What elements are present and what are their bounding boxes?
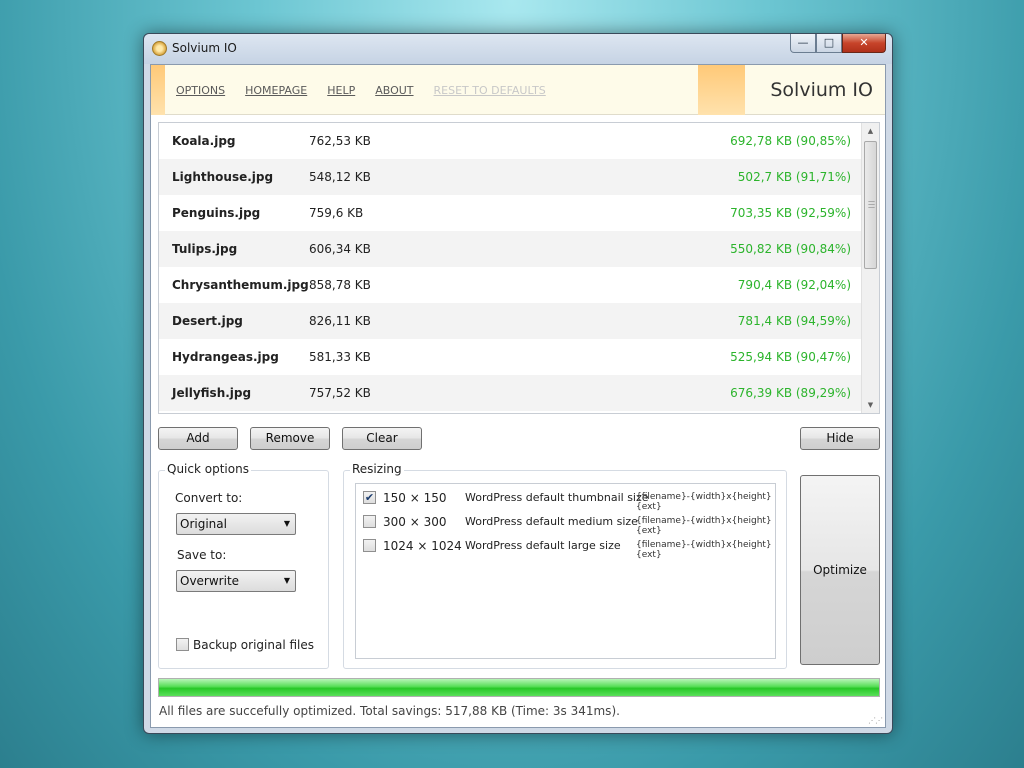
optimized-size: 692,78 KB (90,85%) <box>730 134 851 148</box>
resize-description: WordPress default thumbnail size <box>465 491 649 504</box>
hide-button[interactable]: Hide <box>800 427 880 450</box>
file-size: 757,52 KB <box>309 386 371 400</box>
close-button[interactable]: ✕ <box>842 34 886 53</box>
save-to-select[interactable]: Overwrite ▼ <box>176 570 296 592</box>
file-size: 548,12 KB <box>309 170 371 184</box>
resize-pattern: {filename}-{width}x{height}{ext} <box>636 516 772 536</box>
save-to-label: Save to: <box>177 548 227 562</box>
table-row[interactable]: Penguins.jpg 759,6 KB 703,35 KB (92,59%) <box>159 195 862 231</box>
vertical-scrollbar[interactable]: ▲ — — — ▼ <box>861 123 879 413</box>
header-accent-left <box>151 65 165 115</box>
resizing-title: Resizing <box>350 462 404 476</box>
nav-options[interactable]: OPTIONS <box>176 84 225 97</box>
remove-button[interactable]: Remove <box>250 427 330 450</box>
table-row[interactable]: Jellyfish.jpg 757,52 KB 676,39 KB (89,29… <box>159 375 862 411</box>
file-name: Tulips.jpg <box>172 242 238 256</box>
resize-300-checkbox[interactable] <box>363 515 376 528</box>
resize-grip-icon[interactable]: ⋰⋰ <box>868 717 883 725</box>
quick-options-group: Quick options Convert to: Original ▼ Sav… <box>158 462 329 669</box>
resize-description: WordPress default large size <box>465 539 621 552</box>
optimized-size: 502,7 KB (91,71%) <box>737 170 851 184</box>
resize-list[interactable]: ✔ 150 × 150 WordPress default thumbnail … <box>355 483 776 659</box>
optimized-size: 703,35 KB (92,59%) <box>730 206 851 220</box>
table-row[interactable]: Chrysanthemum.jpg 858,78 KB 790,4 KB (92… <box>159 267 862 303</box>
file-size: 581,33 KB <box>309 350 371 364</box>
resize-dimension: 300 × 300 <box>383 515 447 529</box>
list-item[interactable]: ✔ 150 × 150 WordPress default thumbnail … <box>356 488 776 512</box>
table-row[interactable]: Hydrangeas.jpg 581,33 KB 525,94 KB (90,4… <box>159 339 862 375</box>
file-name: Hydrangeas.jpg <box>172 350 279 364</box>
brand-title: Solvium IO <box>770 79 873 101</box>
resize-dimension: 150 × 150 <box>383 491 447 505</box>
grip-icon: — — — <box>868 197 875 211</box>
nav-reset-to-defaults[interactable]: RESET TO DEFAULTS <box>434 84 546 97</box>
resize-pattern: {filename}-{width}x{height}{ext} <box>636 540 772 560</box>
header: OPTIONS HOMEPAGE HELP ABOUT RESET TO DEF… <box>151 65 885 115</box>
file-name: Desert.jpg <box>172 314 243 328</box>
resize-pattern: {filename}-{width}x{height}{ext} <box>636 492 772 512</box>
window-title: Solvium IO <box>172 41 237 55</box>
clear-button[interactable]: Clear <box>342 427 422 450</box>
file-size: 858,78 KB <box>309 278 371 292</box>
optimized-size: 781,4 KB (94,59%) <box>737 314 851 328</box>
header-accent-mid <box>698 65 745 115</box>
resize-150-checkbox[interactable]: ✔ <box>363 491 376 504</box>
table-row[interactable]: Koala.jpg 762,53 KB 692,78 KB (90,85%) <box>159 123 862 159</box>
backup-checkbox[interactable] <box>176 638 189 651</box>
optimized-size: 790,4 KB (92,04%) <box>737 278 851 292</box>
add-button[interactable]: Add <box>158 427 238 450</box>
file-name: Koala.jpg <box>172 134 236 148</box>
scroll-up-arrow-icon[interactable]: ▲ <box>862 123 879 139</box>
client-area: OPTIONS HOMEPAGE HELP ABOUT RESET TO DEF… <box>150 64 886 728</box>
table-row[interactable]: Tulips.jpg 606,34 KB 550,82 KB (90,84%) <box>159 231 862 267</box>
convert-to-select[interactable]: Original ▼ <box>176 513 296 535</box>
optimized-size: 550,82 KB (90,84%) <box>730 242 851 256</box>
dropdown-arrow-icon: ▼ <box>283 576 290 585</box>
file-size: 759,6 KB <box>309 206 364 220</box>
resize-1024-checkbox[interactable] <box>363 539 376 552</box>
optimized-size: 525,94 KB (90,47%) <box>730 350 851 364</box>
progress-bar <box>158 678 880 697</box>
save-to-value: Overwrite <box>180 574 240 588</box>
file-name: Jellyfish.jpg <box>172 386 252 400</box>
resizing-group: Resizing ✔ 150 × 150 WordPress default t… <box>343 462 787 669</box>
app-window: Solvium IO — □ ✕ OPTIONS HOMEPAGE HELP A… <box>143 33 893 734</box>
maximize-button[interactable]: □ <box>816 34 842 53</box>
app-icon <box>152 41 167 56</box>
scroll-down-arrow-icon[interactable]: ▼ <box>862 397 879 413</box>
progress-fill <box>159 679 879 696</box>
table-row[interactable]: Desert.jpg 826,11 KB 781,4 KB (94,59%) <box>159 303 862 339</box>
nav-about[interactable]: ABOUT <box>375 84 413 97</box>
file-name: Penguins.jpg <box>172 206 261 220</box>
quick-options-title: Quick options <box>165 462 251 476</box>
file-list[interactable]: Koala.jpg 762,53 KB 692,78 KB (90,85%) L… <box>158 122 880 414</box>
file-size: 606,34 KB <box>309 242 371 256</box>
backup-label: Backup original files <box>193 638 314 652</box>
scroll-thumb[interactable]: — — — <box>864 141 877 269</box>
list-item[interactable]: 1024 × 1024 WordPress default large size… <box>356 536 776 560</box>
nav-homepage[interactable]: HOMEPAGE <box>245 84 307 97</box>
resize-dimension: 1024 × 1024 <box>383 539 462 553</box>
convert-to-label: Convert to: <box>175 491 243 505</box>
optimized-size: 676,39 KB (89,29%) <box>730 386 851 400</box>
convert-to-value: Original <box>180 517 227 531</box>
title-bar[interactable]: Solvium IO — □ ✕ <box>144 34 892 64</box>
status-text: All files are succefully optimized. Tota… <box>159 704 620 718</box>
top-nav: OPTIONS HOMEPAGE HELP ABOUT RESET TO DEF… <box>176 84 546 97</box>
optimize-button[interactable]: Optimize <box>800 475 880 665</box>
table-row[interactable]: Lighthouse.jpg 548,12 KB 502,7 KB (91,71… <box>159 159 862 195</box>
resize-description: WordPress default medium size <box>465 515 638 528</box>
dropdown-arrow-icon: ▼ <box>283 519 290 528</box>
list-item[interactable]: 300 × 300 WordPress default medium size … <box>356 512 776 536</box>
file-size: 762,53 KB <box>309 134 371 148</box>
file-size: 826,11 KB <box>309 314 371 328</box>
minimize-button[interactable]: — <box>790 34 816 53</box>
file-name: Chrysanthemum.jpg <box>172 278 309 292</box>
nav-help[interactable]: HELP <box>327 84 355 97</box>
file-name: Lighthouse.jpg <box>172 170 274 184</box>
